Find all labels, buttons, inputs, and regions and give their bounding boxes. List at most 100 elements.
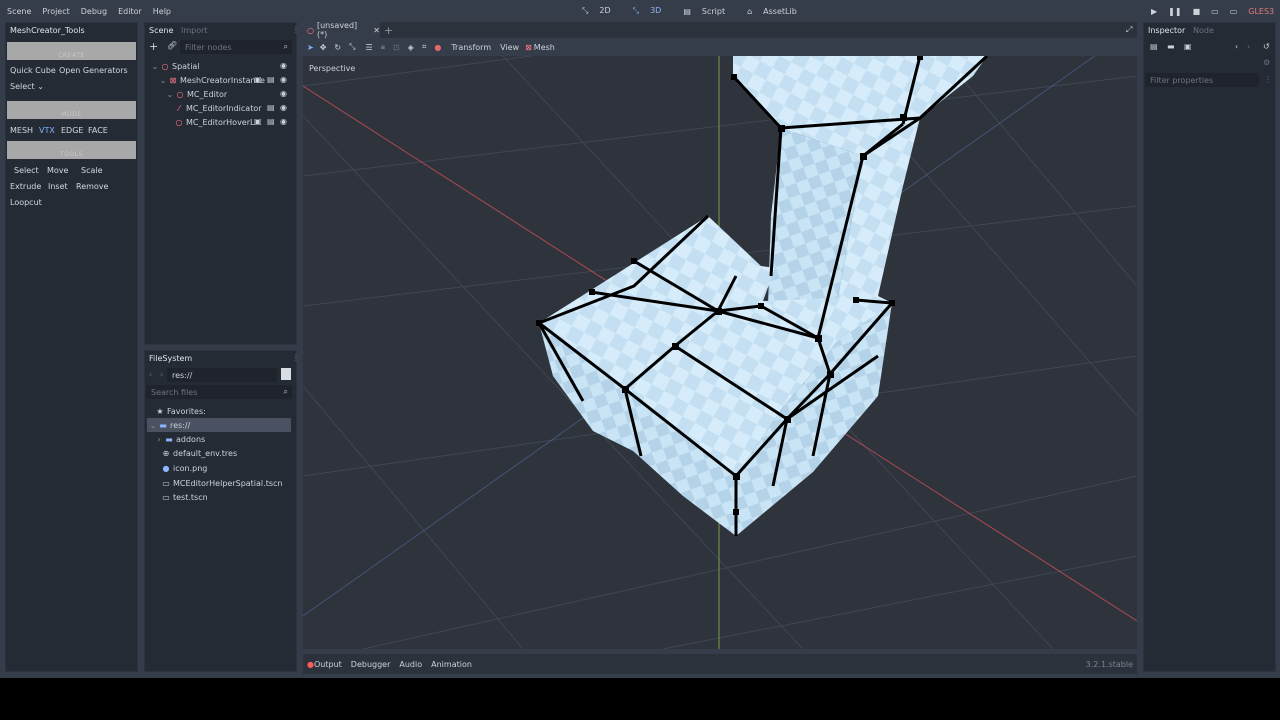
select-dropdown[interactable]: Select ⌄ — [10, 82, 44, 91]
visibility-eye-icon[interactable]: ◉ — [280, 103, 287, 112]
tool-scale-button[interactable]: Scale — [81, 166, 103, 175]
tree-node-mc-editorindicator[interactable]: ⁄ MC_EditorIndicator — [174, 101, 261, 115]
select-tool-icon[interactable]: ➤ — [307, 43, 314, 52]
pause-icon[interactable]: ❚❚ — [1168, 7, 1181, 16]
filter-properties-input[interactable]: Filter properties — [1145, 73, 1259, 87]
new-resource-icon[interactable]: ▤ — [1150, 42, 1158, 51]
menu-help[interactable]: Help — [153, 7, 171, 16]
visibility-eye-icon[interactable]: ◉ — [280, 117, 287, 126]
tab-node[interactable]: Node — [1193, 22, 1214, 38]
mode-vtx-button[interactable]: VTX — [39, 126, 55, 135]
scene-instance-icon[interactable]: ▣ — [254, 75, 262, 84]
tab-debugger[interactable]: Debugger — [351, 660, 391, 669]
menu-editor[interactable]: Editor — [118, 7, 142, 16]
tab-scene[interactable]: Scene — [149, 22, 173, 38]
history-forward-icon[interactable]: › — [1247, 42, 1250, 51]
menu-debug[interactable]: Debug — [81, 7, 107, 16]
tab-animation[interactable]: Animation — [431, 660, 472, 669]
property-tools-icon[interactable]: ⚙ — [1263, 58, 1270, 67]
tool-inset-button[interactable]: Inset — [48, 182, 68, 191]
back-arrow-icon[interactable]: ‹ — [149, 370, 152, 379]
mode-face-button[interactable]: FACE — [88, 126, 108, 135]
stop-icon[interactable]: ■ — [1193, 7, 1201, 16]
perspective-menu[interactable]: Perspective — [309, 64, 355, 73]
add-tab-icon[interactable]: + — [384, 24, 393, 37]
group-icon[interactable]: ◈ — [408, 43, 414, 52]
move-tool-icon[interactable]: ✥ — [320, 43, 327, 52]
link-icon[interactable]: 🔗︎ — [167, 41, 177, 50]
rotate-tool-icon[interactable]: ↻ — [334, 43, 341, 52]
mode-edge-button[interactable]: EDGE — [61, 126, 83, 135]
play-scene-icon[interactable]: ▭ — [1211, 7, 1219, 16]
history-back-icon[interactable]: ‹ — [1235, 42, 1238, 51]
tree-node-spatial[interactable]: ⌄ ○ Spatial — [150, 59, 200, 73]
mesh-menu[interactable]: Mesh — [534, 43, 555, 52]
add-node-icon[interactable]: + — [149, 40, 158, 53]
fs-item-test-tscn[interactable]: ▭ test.tscn — [161, 490, 207, 504]
transform-menu[interactable]: Transform — [451, 43, 491, 52]
menu-scene[interactable]: Scene — [7, 7, 31, 16]
dock-menu-icon[interactable]: ⋮ — [292, 25, 300, 34]
visibility-eye-icon[interactable]: ◉ — [280, 89, 287, 98]
menu-project[interactable]: Project — [42, 7, 69, 16]
tab-meshcreator-tools[interactable]: MeshCreator_Tools — [10, 22, 85, 38]
distraction-free-icon[interactable]: ⤢ — [1126, 25, 1132, 35]
quick-cube-button[interactable]: Quick Cube — [10, 66, 56, 75]
fs-item-addons[interactable]: › ▬ addons — [154, 432, 205, 446]
fs-item-mceditorhelper[interactable]: ▭ MCEditorHelperSpatial.tscn — [161, 476, 282, 490]
forward-arrow-icon[interactable]: › — [160, 370, 163, 379]
renderer-select[interactable]: GLES3 — [1248, 7, 1274, 16]
favorites-item[interactable]: ★ Favorites: — [155, 404, 205, 418]
workspace-script[interactable]: ▤ Script — [683, 7, 736, 16]
tool-select-button[interactable]: Select — [14, 166, 39, 175]
path-field[interactable]: res:// — [167, 368, 277, 382]
visibility-eye-icon[interactable]: ◉ — [280, 61, 287, 70]
environment-icon: ⊕ — [162, 448, 170, 458]
workspace-2d[interactable]: ⤡ 2D — [582, 6, 622, 16]
tab-audio[interactable]: Audio — [399, 660, 422, 669]
workspace-assetlib[interactable]: ⌂ AssetLib — [747, 7, 808, 16]
tool-extrude-button[interactable]: Extrude — [10, 182, 41, 191]
fs-item-default-env[interactable]: ⊕ default_env.tres — [161, 446, 238, 460]
save-resource-icon[interactable]: ▣ — [1184, 42, 1192, 51]
dock-menu-icon[interactable]: ⋮ — [292, 353, 300, 362]
workspace-3d[interactable]: ⤡ 3D — [633, 6, 673, 16]
tree-node-meshcreatorinstance[interactable]: ⌄ ⊠ MeshCreatorInstance — [158, 73, 265, 87]
tab-filesystem[interactable]: FileSystem — [149, 350, 192, 366]
filter-nodes-input[interactable]: Filter nodes ⌕ — [180, 40, 292, 54]
scene-instance-icon[interactable]: ▣ — [254, 117, 262, 126]
tool-remove-button[interactable]: Remove — [76, 182, 108, 191]
tab-import[interactable]: Import — [181, 22, 208, 38]
object-history-icon[interactable]: ↺ — [1263, 42, 1270, 51]
tool-move-button[interactable]: Move — [47, 166, 68, 175]
script-attached-icon[interactable]: ▤ — [267, 117, 275, 126]
split-mode-icon[interactable] — [281, 368, 291, 380]
search-files-input[interactable]: Search files ⌕ — [146, 385, 292, 399]
tab-inspector[interactable]: Inspector — [1148, 22, 1185, 38]
snap-icon[interactable]: ● — [434, 43, 441, 52]
tool-loopcut-button[interactable]: Loopcut — [10, 198, 42, 207]
fs-item-icon-png[interactable]: ● icon.png — [161, 461, 208, 475]
tree-node-mc-editorhoverl[interactable]: ○ MC_EditorHoverL — [174, 115, 255, 129]
visibility-eye-icon[interactable]: ◉ — [280, 75, 287, 84]
tab-output[interactable]: ●Output — [307, 660, 342, 669]
view-menu[interactable]: View — [500, 43, 519, 52]
fs-item-res-root[interactable]: ⌄ ▬ res:// — [148, 418, 191, 432]
script-attached-icon[interactable]: ▤ — [267, 75, 275, 84]
close-icon[interactable]: ✕ — [373, 26, 380, 35]
open-generators-button[interactable]: Open Generators — [59, 66, 128, 75]
scale-tool-icon[interactable]: ⤡ — [349, 42, 355, 52]
mode-mesh-button[interactable]: MESH — [10, 126, 33, 135]
list-select-icon[interactable]: ☰ — [366, 43, 373, 52]
script-attached-icon[interactable]: ▤ — [267, 103, 275, 112]
unlock-icon[interactable]: ⊡ — [393, 43, 400, 52]
load-resource-icon[interactable]: ▬ — [1167, 42, 1175, 51]
3d-viewport[interactable]: Perspective — [303, 56, 1137, 649]
lock-icon[interactable]: 🔒︎ — [381, 42, 385, 52]
play-custom-icon[interactable]: ▭ — [1230, 7, 1238, 16]
tree-node-mc-editor[interactable]: ⌄ ○ MC_Editor — [165, 87, 228, 101]
scene-tab-unsaved[interactable]: ○ [unsaved](*) ✕ — [303, 21, 380, 39]
ungroup-icon[interactable]: ⌗ — [422, 42, 427, 52]
play-icon[interactable]: ▶ — [1151, 7, 1157, 16]
filter-menu-icon[interactable]: ⋮ — [1264, 75, 1272, 84]
